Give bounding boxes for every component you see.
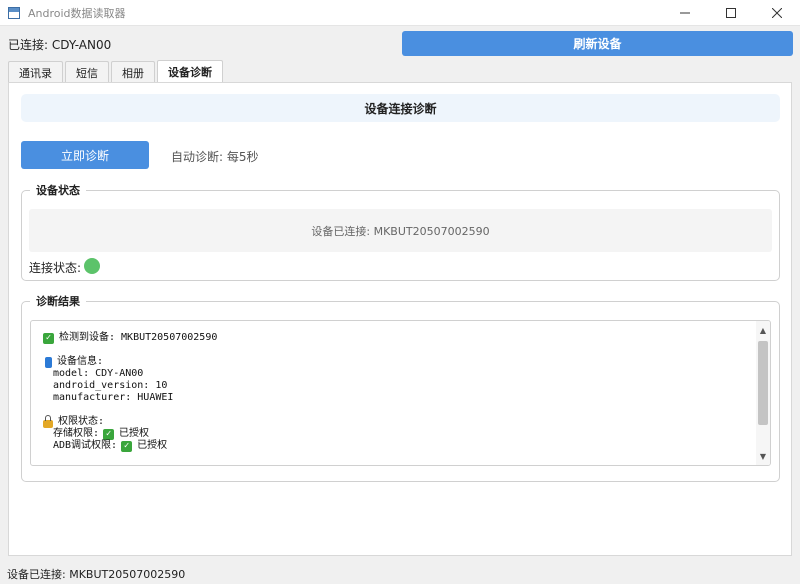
device-status-text: 设备已连接: MKBUT20507002590: [29, 209, 772, 252]
connection-status-indicator: [84, 258, 100, 274]
adb-permission-row: ADB调试权限: ✓ 已授权: [43, 440, 743, 452]
phone-icon: [45, 356, 52, 368]
result-line: 设备信息:: [43, 356, 743, 368]
close-icon: [772, 8, 782, 18]
window-controls: [662, 0, 800, 26]
tab-bar: 通讯录 短信 相册 设备诊断: [8, 60, 225, 83]
device-status-title: 设备状态: [30, 182, 86, 198]
connection-status-label: 连接状态:: [29, 261, 82, 275]
storage-permission-row: 存储权限: ✓ 已授权: [43, 428, 743, 440]
results-content: ✓ 检测到设备: MKBUT20507002590 设备信息: model: C…: [43, 332, 743, 452]
refresh-devices-button[interactable]: 刷新设备: [402, 31, 793, 56]
tab-device-diagnostics[interactable]: 设备诊断: [157, 60, 223, 83]
check-icon: ✓: [121, 440, 133, 452]
device-android-version: android_version: 10: [53, 380, 168, 391]
connected-device-label: 已连接: CDY-AN00: [8, 38, 112, 52]
device-status-group: 设备状态 设备已连接: MKBUT20507002590 连接状态:: [21, 182, 780, 281]
detected-device-text: 检测到设备: MKBUT20507002590: [59, 332, 218, 343]
diagnose-now-button[interactable]: 立即诊断: [21, 141, 149, 169]
lock-icon: [43, 415, 53, 428]
maximize-button[interactable]: [708, 0, 754, 26]
minimize-button[interactable]: [662, 0, 708, 26]
adb-permission-status: 已授权: [137, 440, 168, 451]
diagnostics-title: 设备连接诊断: [21, 94, 780, 122]
device-model: model: CDY-AN00: [53, 368, 144, 379]
title-bar: Android数据读取器: [0, 0, 800, 26]
adb-permission-label: ADB调试权限:: [53, 440, 118, 451]
app-icon: [8, 6, 20, 19]
storage-permission-status: 已授权: [119, 428, 150, 439]
storage-permission-label: 存储权限:: [53, 428, 100, 439]
maximize-icon: [726, 8, 736, 18]
device-manufacturer: manufacturer: HUAWEI: [53, 392, 174, 403]
result-line: 权限状态:: [43, 415, 743, 428]
diagnostics-panel: 设备连接诊断 立即诊断 自动诊断: 每5秒 设备状态 设备已连接: MKBUT2…: [8, 82, 792, 556]
results-scrollbar[interactable]: ▲ ▼: [756, 321, 770, 465]
permissions-title: 权限状态:: [58, 416, 105, 427]
minimize-icon: [680, 12, 690, 14]
tab-contacts[interactable]: 通讯录: [8, 61, 63, 83]
scroll-thumb[interactable]: [758, 341, 768, 425]
check-icon: ✓: [43, 332, 54, 344]
diagnostic-results-title: 诊断结果: [30, 293, 86, 309]
tab-sms[interactable]: 短信: [65, 61, 109, 83]
auto-diagnose-label: 自动诊断: 每5秒: [171, 150, 259, 164]
window-title: Android数据读取器: [28, 6, 126, 20]
check-icon: ✓: [103, 428, 115, 440]
tab-photos[interactable]: 相册: [111, 61, 155, 83]
device-info-title: 设备信息:: [57, 356, 104, 367]
diagnostic-results-group: 诊断结果 ✓ 检测到设备: MKBUT20507002590 设备信息: mod…: [21, 293, 780, 482]
scroll-up-icon[interactable]: ▲: [756, 323, 770, 337]
status-bar: 设备已连接: MKBUT20507002590: [7, 568, 186, 581]
results-textarea[interactable]: ✓ 检测到设备: MKBUT20507002590 设备信息: model: C…: [30, 320, 771, 466]
scroll-down-icon[interactable]: ▼: [756, 449, 770, 463]
result-line: ✓ 检测到设备: MKBUT20507002590: [43, 332, 743, 344]
close-button[interactable]: [754, 0, 800, 26]
